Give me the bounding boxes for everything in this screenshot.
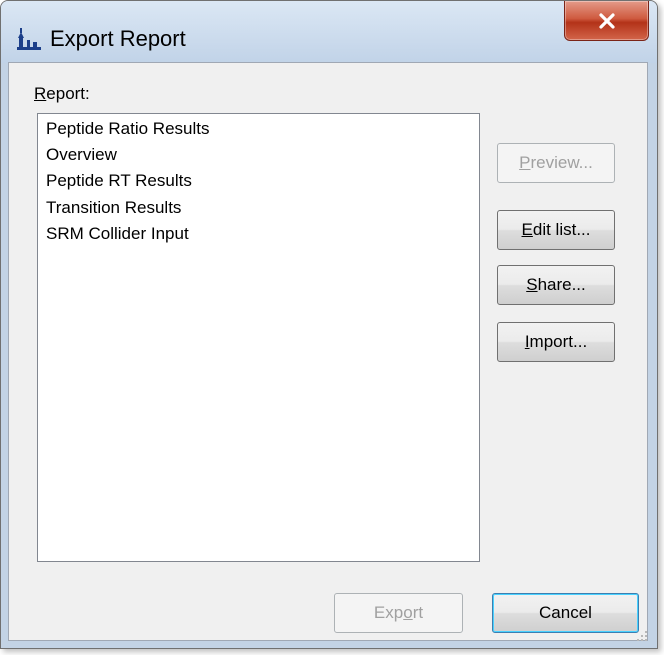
list-item[interactable]: SRM Collider Input	[46, 224, 189, 244]
preview-button[interactable]: Preview...	[497, 143, 615, 183]
list-item[interactable]: Peptide RT Results	[46, 171, 192, 191]
edit-list-label: dit list...	[532, 220, 591, 239]
window-title: Export Report	[50, 26, 186, 51]
edit-list-accelerator: E	[521, 220, 533, 239]
preview-label: review...	[530, 153, 593, 172]
cancel-button[interactable]: Cancel	[492, 593, 639, 633]
title-bar[interactable]: Export Report	[1, 1, 657, 63]
resize-grip-icon[interactable]	[636, 630, 648, 642]
report-listbox[interactable]: Peptide Ratio Results Overview Peptide R…	[37, 113, 480, 562]
report-label: Report:	[34, 84, 90, 104]
edit-list-button[interactable]: Edit list...	[497, 210, 615, 250]
export-label-start: Exp	[373, 603, 404, 622]
import-button[interactable]: Import...	[497, 322, 615, 362]
export-accelerator: o	[403, 603, 413, 622]
export-button[interactable]: Exp o rt	[334, 593, 463, 633]
close-icon	[598, 12, 615, 29]
list-item[interactable]: Overview	[46, 145, 117, 165]
import-label: mport...	[529, 332, 588, 351]
close-button[interactable]	[564, 1, 649, 41]
share-label: hare...	[537, 275, 586, 294]
report-label-accelerator: R	[34, 84, 47, 103]
list-item[interactable]: Transition Results	[46, 198, 181, 218]
share-button[interactable]: Share...	[497, 265, 615, 305]
report-label-text: eport:	[46, 84, 90, 103]
preview-accelerator: P	[519, 153, 531, 172]
export-label-end: rt	[412, 603, 424, 622]
list-item[interactable]: Peptide Ratio Results	[46, 119, 209, 139]
app-chart-icon	[17, 28, 41, 50]
share-accelerator: S	[526, 275, 538, 294]
